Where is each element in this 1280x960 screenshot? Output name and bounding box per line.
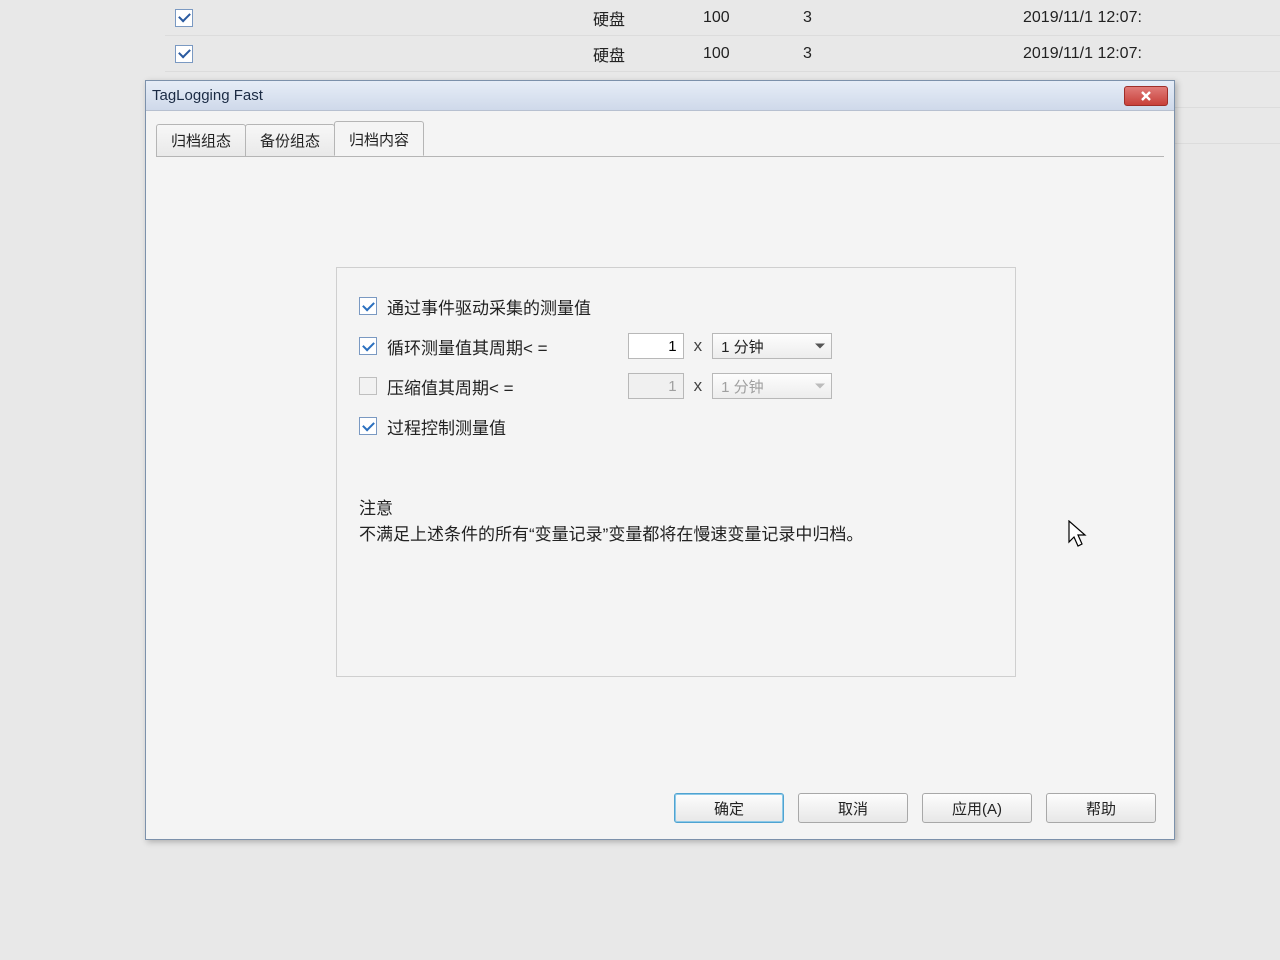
note-body: 不满足上述条件的所有“变量记录”变量都将在慢速变量记录中归档。 [359,522,959,548]
cancel-button[interactable]: 取消 [798,793,908,823]
cyclic-unit-dropdown[interactable]: 1 分钟 [712,333,832,359]
process-control-checkbox[interactable] [359,417,377,435]
cell-num1: 100 [703,9,803,27]
close-icon [1140,90,1152,102]
tab-panel: 通过事件驱动采集的测量值 循环测量值其周期< = x 1 分钟 压缩值其周期< … [156,156,1164,789]
dialog-title: TagLogging Fast [152,87,263,104]
cell-date: 2019/11/1 12:07: [1023,9,1280,27]
option-event-driven: 通过事件驱动采集的测量值 [359,286,993,326]
row-checkbox[interactable] [175,9,193,27]
event-driven-checkbox[interactable] [359,297,377,315]
cell-media: 硬盘 [593,6,703,30]
tab-backup-config[interactable]: 备份组态 [245,124,335,157]
cyclic-unit-value: 1 分钟 [721,336,764,357]
tab-archive-content[interactable]: 归档内容 [334,121,424,156]
compressed-label: 压缩值其周期< = [387,374,514,399]
compressed-multiplier: x [694,376,703,396]
compressed-unit-dropdown: 1 分钟 [712,373,832,399]
help-button[interactable]: 帮助 [1046,793,1156,823]
table-row: 硬盘 100 3 2019/11/1 12:07: [165,0,1280,36]
close-button[interactable] [1124,86,1168,106]
table-row: 硬盘 100 3 2019/11/1 12:07: [165,36,1280,72]
apply-button[interactable]: 应用(A) [922,793,1032,823]
tab-archive-config[interactable]: 归档组态 [156,124,246,157]
compressed-unit-value: 1 分钟 [721,376,764,397]
note-title: 注意 [359,496,959,522]
cell-num1: 100 [703,45,803,63]
chevron-down-icon [815,384,825,389]
cell-num2: 3 [803,9,1023,27]
option-cyclic: 循环测量值其周期< = x 1 分钟 [359,326,993,366]
cyclic-number-input[interactable] [628,333,684,359]
archive-options-group: 通过事件驱动采集的测量值 循环测量值其周期< = x 1 分钟 压缩值其周期< … [336,267,1016,677]
ok-button[interactable]: 确定 [674,793,784,823]
cyclic-checkbox[interactable] [359,337,377,355]
taglogging-dialog: TagLogging Fast 归档组态 备份组态 归档内容 通过事件驱动采集的… [145,80,1175,840]
chevron-down-icon [815,344,825,349]
cell-date: 2019/11/1 12:07: [1023,45,1280,63]
cell-media: 硬盘 [593,42,703,66]
cyclic-label: 循环测量值其周期< = [387,334,548,359]
cell-num2: 3 [803,45,1023,63]
compressed-checkbox[interactable] [359,377,377,395]
event-driven-label: 通过事件驱动采集的测量值 [387,294,591,319]
titlebar[interactable]: TagLogging Fast [146,81,1174,111]
tab-strip: 归档组态 备份组态 归档内容 [146,111,1174,156]
option-compressed: 压缩值其周期< = x 1 分钟 [359,366,993,406]
cyclic-multiplier: x [694,336,703,356]
compressed-number-input [628,373,684,399]
row-checkbox[interactable] [175,45,193,63]
option-process-control: 过程控制测量值 [359,406,993,446]
dialog-button-bar: 确定 取消 应用(A) 帮助 [146,789,1174,839]
note-block: 注意 不满足上述条件的所有“变量记录”变量都将在慢速变量记录中归档。 [359,496,959,547]
process-control-label: 过程控制测量值 [387,414,506,439]
